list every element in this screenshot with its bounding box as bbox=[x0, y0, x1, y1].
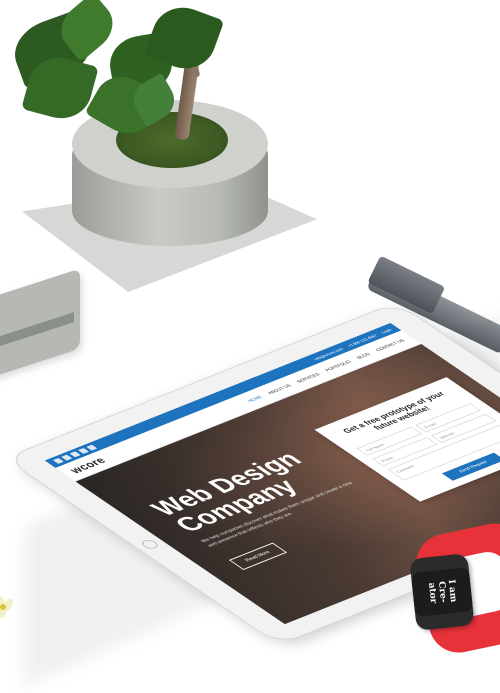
nav-item-contact[interactable]: Contact us bbox=[374, 338, 405, 352]
smartwatch: I am Cre- ator bbox=[409, 553, 475, 631]
nav-item-services[interactable]: Services bbox=[295, 372, 321, 383]
watch-face-text: I am Cre- ator bbox=[410, 567, 474, 617]
nav-item-portfolio[interactable]: Portfolio bbox=[324, 359, 353, 372]
linkedin-icon[interactable] bbox=[77, 447, 89, 454]
nav-item-home[interactable]: Home bbox=[247, 395, 264, 403]
google-icon[interactable] bbox=[69, 451, 81, 458]
top-login[interactable]: Login bbox=[379, 327, 393, 334]
mockup-scene: info@wcore.com +1 800 123 4567 Login wco… bbox=[0, 0, 500, 693]
youtube-icon[interactable] bbox=[86, 444, 98, 451]
twitter-icon[interactable] bbox=[61, 454, 73, 461]
nav-item-blog[interactable]: Blog bbox=[355, 352, 371, 360]
nav-item-about[interactable]: About us bbox=[267, 383, 293, 395]
facebook-icon[interactable] bbox=[52, 457, 64, 464]
home-button[interactable] bbox=[138, 538, 161, 551]
